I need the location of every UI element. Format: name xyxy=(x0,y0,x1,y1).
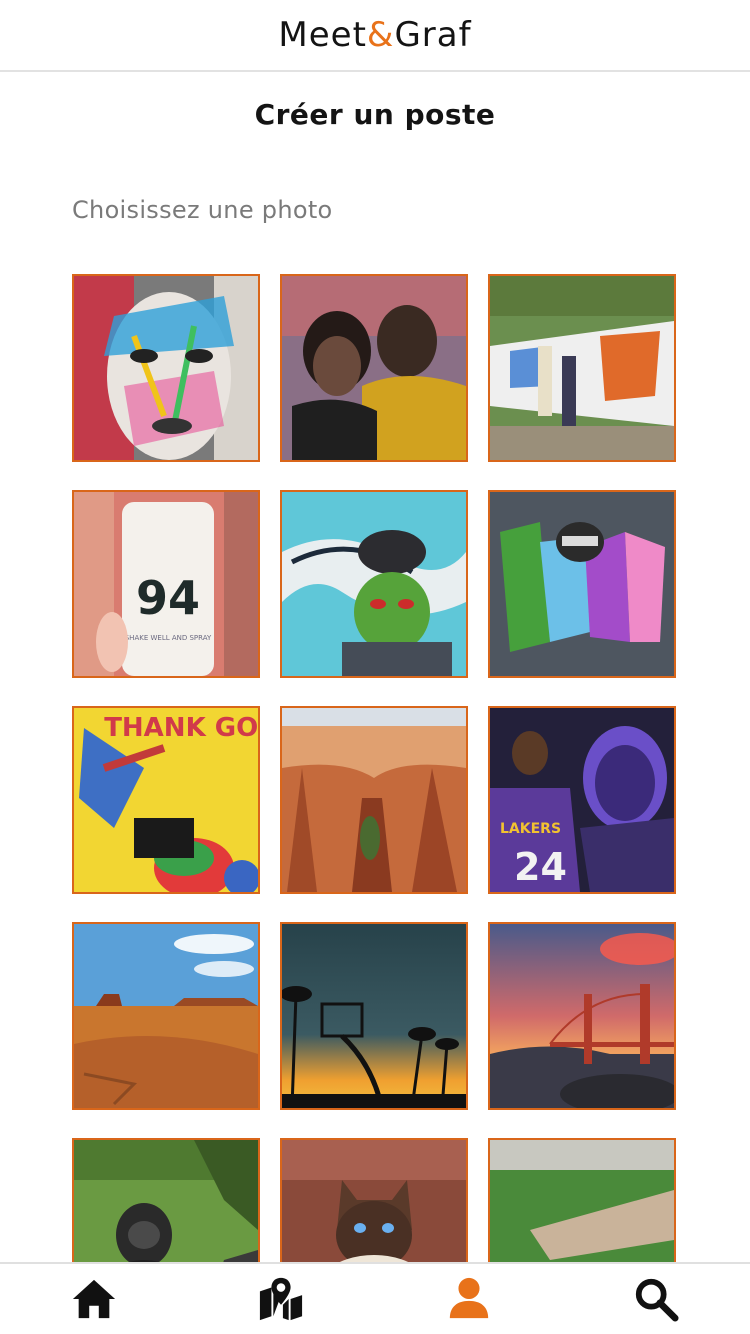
photo-monument-valley[interactable] xyxy=(72,922,260,1110)
tab-search[interactable] xyxy=(626,1269,686,1329)
photo-golden-gate-sunset[interactable] xyxy=(488,922,676,1110)
photo-siamese-cat[interactable] xyxy=(280,1138,468,1262)
app-header: Meet&Graf xyxy=(0,0,750,72)
map-icon xyxy=(260,1277,303,1321)
app-logo: Meet&Graf xyxy=(278,15,472,55)
photo-basketball-palms-sunset[interactable] xyxy=(280,922,468,1110)
spray-can-number: 94 xyxy=(136,571,200,625)
photo-kobe-gianna-mural[interactable] xyxy=(280,274,468,462)
photo-thank-god-mural[interactable]: THANK GOD xyxy=(72,706,260,894)
photo-colorful-letters-graffiti[interactable] xyxy=(488,490,676,678)
photo-spray-can-94[interactable]: 94 SHAKE WELL AND SPRAY xyxy=(72,490,260,678)
photo-graffiti-face-portrait[interactable] xyxy=(72,274,260,462)
tab-map[interactable] xyxy=(251,1269,311,1329)
photo-gorilla[interactable] xyxy=(72,1138,260,1262)
photo-canyon-hoodoos[interactable] xyxy=(280,706,468,894)
jersey-number: 24 xyxy=(514,845,567,889)
photo-grid[interactable]: 94 SHAKE WELL AND SPRAY THANK GO LAKERS … xyxy=(72,274,678,1262)
bottom-tab-bar xyxy=(0,1262,750,1334)
spray-can-caption: SHAKE WELL AND SPRAY xyxy=(125,634,212,642)
choose-photo-label: Choisissez une photo xyxy=(72,196,333,224)
photo-green-character-graffiti[interactable] xyxy=(280,490,468,678)
page-title: Créer un poste xyxy=(254,98,496,131)
tab-profile[interactable] xyxy=(439,1269,499,1329)
user-icon xyxy=(449,1277,488,1319)
jersey-lakers: LAKERS xyxy=(500,821,561,837)
photo-kids-painting-wall[interactable] xyxy=(488,274,676,462)
search-icon xyxy=(636,1278,679,1322)
photo-kobe-lakers-24[interactable]: LAKERS 24 xyxy=(488,706,676,894)
mural-text: THANK GOD xyxy=(104,713,258,743)
tab-home[interactable] xyxy=(64,1269,124,1329)
home-icon xyxy=(72,1279,115,1319)
photo-tiger-garden[interactable] xyxy=(488,1138,676,1262)
